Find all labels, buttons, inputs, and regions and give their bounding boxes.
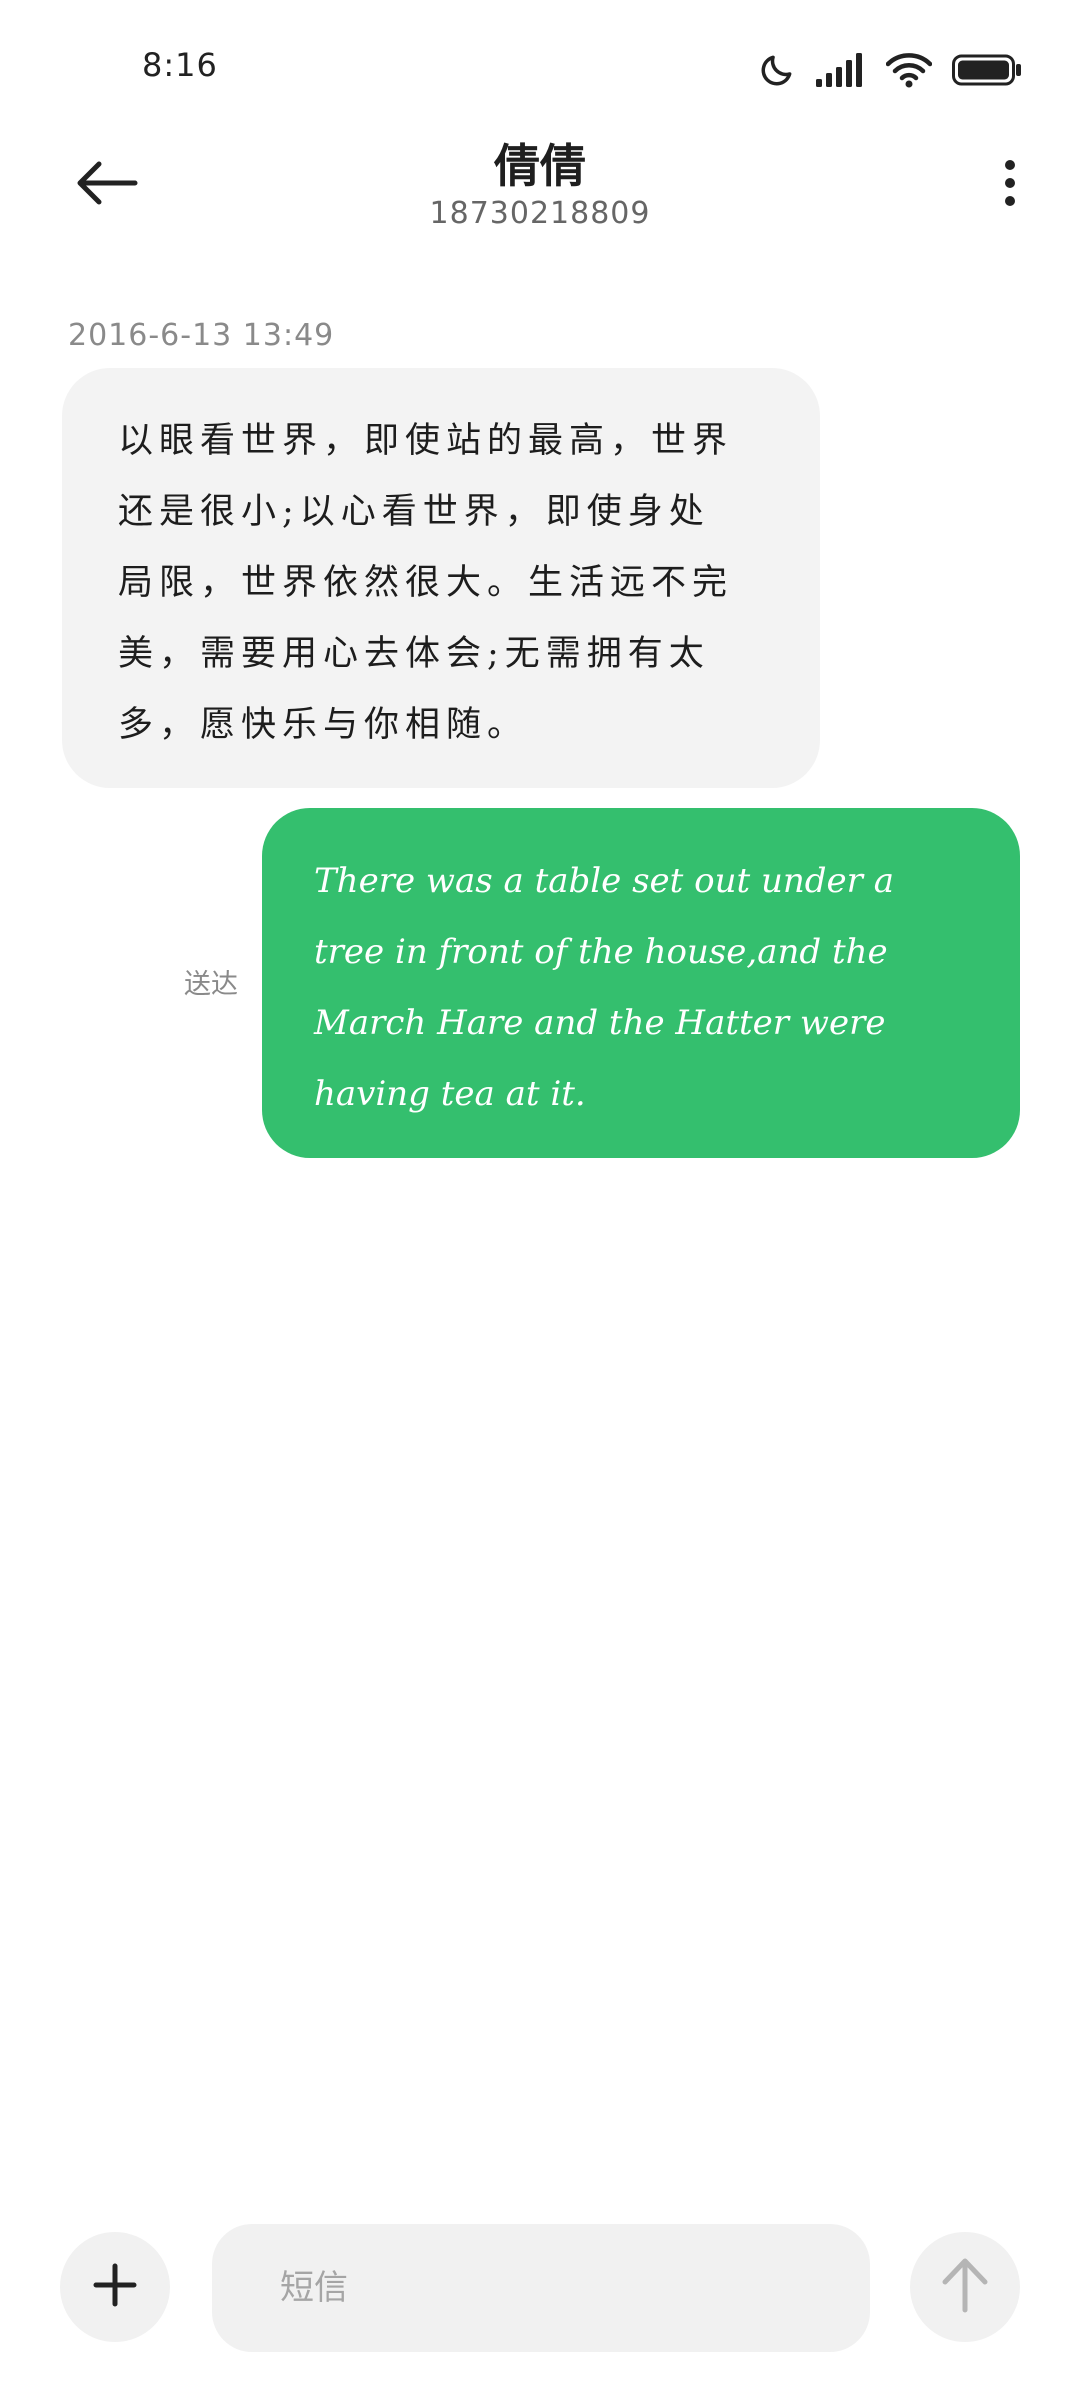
conversation-header: 倩倩 18730218809 xyxy=(0,120,1080,250)
status-time: 8:16 xyxy=(142,46,218,84)
message-input[interactable] xyxy=(278,2267,870,2309)
signal-icon xyxy=(816,53,866,87)
outgoing-message-bubble[interactable]: There was a table set out under a tree i… xyxy=(262,808,1020,1158)
status-bar: 8:16 xyxy=(0,0,1080,140)
wifi-icon xyxy=(886,52,932,88)
incoming-message-line: 美，需要用心去体会;无需拥有太 xyxy=(118,634,710,674)
outgoing-message-line: having tea at it. xyxy=(314,1074,586,1114)
message-timestamp: 2016-6-13 13:49 xyxy=(68,318,335,353)
message-input-container[interactable] xyxy=(212,2224,870,2352)
more-vertical-icon xyxy=(1003,159,1017,211)
outgoing-message-line: March Hare and the Hatter were xyxy=(314,1003,886,1043)
outgoing-message-line: There was a table set out under a xyxy=(314,861,894,901)
status-icons xyxy=(758,44,1022,96)
delivery-status: 送达 xyxy=(184,969,238,1000)
send-button[interactable] xyxy=(910,2232,1020,2342)
more-options-button[interactable] xyxy=(980,150,1040,220)
incoming-message-line: 还是很小;以心看世界，即使身处 xyxy=(118,492,710,532)
incoming-message-bubble[interactable]: 以眼看世界，即使站的最高，世界 还是很小;以心看世界，即使身处 局限，世界依然很… xyxy=(62,368,820,788)
contact-name: 倩倩 xyxy=(494,139,586,193)
add-attachment-button[interactable] xyxy=(60,2232,170,2342)
incoming-message-line: 多，愿快乐与你相随。 xyxy=(118,705,529,745)
incoming-message-text: 以眼看世界，即使站的最高，世界 还是很小;以心看世界，即使身处 局限，世界依然很… xyxy=(118,406,756,761)
outgoing-message-line: tree in front of the house,and the xyxy=(314,932,888,972)
outgoing-message-text: There was a table set out under a tree i… xyxy=(314,846,972,1130)
incoming-message-line: 以眼看世界，即使站的最高，世界 xyxy=(118,421,734,461)
incoming-message-line: 局限，世界依然很大。生活远不完 xyxy=(118,563,734,603)
arrow-up-icon xyxy=(939,2256,991,2318)
contact-number: 18730218809 xyxy=(429,196,651,231)
moon-icon xyxy=(758,51,796,89)
battery-icon xyxy=(952,53,1022,87)
plus-icon xyxy=(91,2261,139,2313)
